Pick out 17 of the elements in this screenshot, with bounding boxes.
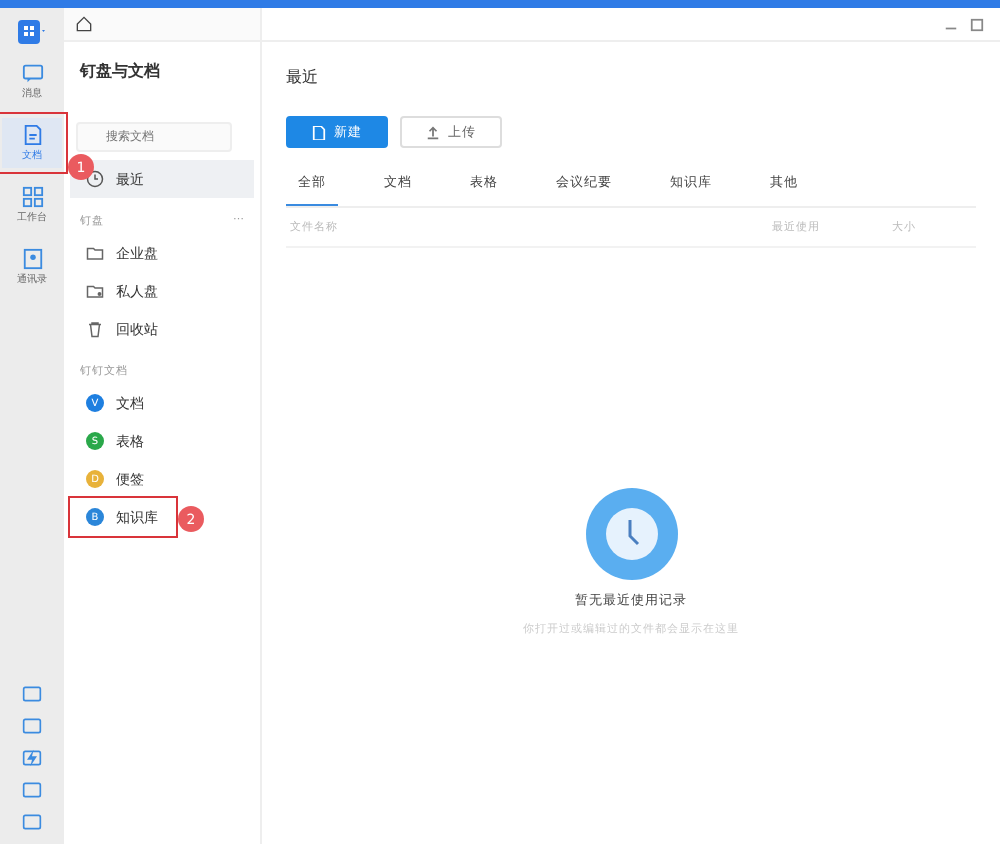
clock-icon	[86, 170, 104, 188]
folder-icon	[86, 244, 104, 262]
maximize-icon[interactable]	[970, 17, 984, 31]
app-logo-icon[interactable]	[18, 20, 46, 44]
page-title: 最近	[286, 66, 320, 90]
contact-card-icon	[21, 248, 43, 270]
new-file-icon	[312, 125, 326, 139]
chat-icon	[21, 62, 43, 84]
document-icon	[21, 124, 43, 146]
home-icon[interactable]	[76, 16, 92, 32]
lightning-icon[interactable]	[22, 748, 42, 768]
grid-icon	[21, 186, 43, 208]
clock-illustration-icon	[585, 488, 677, 580]
panel-title: 钉盘与文档	[77, 60, 162, 84]
upload-icon	[426, 125, 440, 139]
trash-icon	[86, 320, 104, 338]
user-folder-icon	[86, 282, 104, 300]
